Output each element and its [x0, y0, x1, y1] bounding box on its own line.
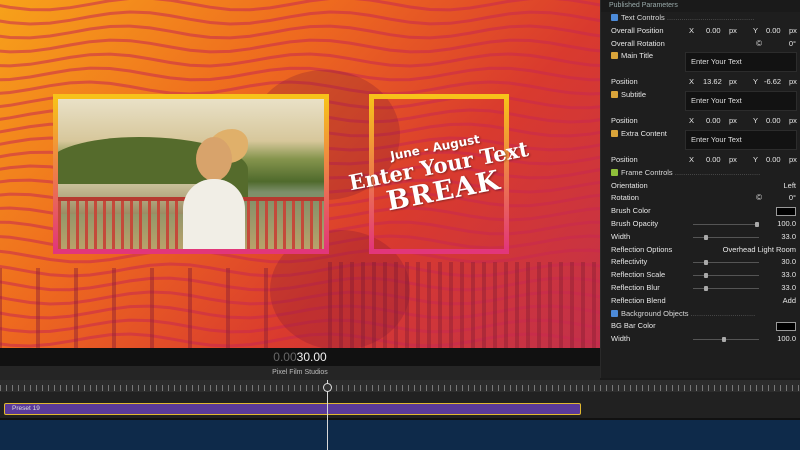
- runner-photo: [58, 99, 324, 249]
- timeline-ruler[interactable]: [0, 380, 800, 392]
- param-reflection-options: Reflection Options Overhead Light Room: [601, 244, 800, 257]
- edit-icon: [611, 129, 618, 137]
- bg-width-field[interactable]: 100.0: [777, 333, 796, 346]
- timecode-value: 30.00: [296, 350, 327, 364]
- reflection-blend-popup[interactable]: Add: [783, 295, 796, 308]
- rotation-dial-icon[interactable]: ©: [756, 192, 762, 205]
- reflectivity-field[interactable]: 30.0: [781, 256, 796, 269]
- timecode-display[interactable]: 0.0030.00: [0, 348, 600, 366]
- param-brush-opacity: Brush Opacity 100.0: [601, 218, 800, 231]
- param-bg-bar-color: BG Bar Color: [601, 320, 800, 333]
- section-text-controls[interactable]: Text Controls ..........................…: [601, 12, 800, 25]
- wave-line: [0, 52, 600, 68]
- param-orientation: Orientation Left: [601, 180, 800, 193]
- subtitle-position-y-field[interactable]: 0.00: [766, 115, 781, 128]
- project-name: Pixel Film Studios: [0, 366, 600, 380]
- param-subtitle: Subtitle Enter Your Text: [601, 89, 800, 115]
- reflection-scale-field[interactable]: 33.0: [781, 269, 796, 282]
- param-main-position: Position X 13.62 px Y -6.62 px: [601, 76, 800, 89]
- param-overall-rotation: Overall Rotation © 0°: [601, 38, 800, 51]
- checkbox-icon[interactable]: [611, 14, 618, 21]
- extra-position-y-field[interactable]: 0.00: [766, 154, 781, 167]
- extra-content-input[interactable]: Enter Your Text: [685, 129, 797, 150]
- param-reflection-blur: Reflection Blur 33.0: [601, 282, 800, 295]
- timecode-leading: 0.00: [273, 350, 297, 364]
- slider-knob[interactable]: [703, 285, 708, 291]
- param-brush-color: Brush Color: [601, 205, 800, 218]
- overall-position-y-field[interactable]: 0.00: [766, 25, 781, 38]
- param-reflectivity: Reflectivity 30.0: [601, 256, 800, 269]
- slider-knob[interactable]: [755, 221, 759, 227]
- reflection-blur-field[interactable]: 33.0: [781, 282, 796, 295]
- brush-color-well[interactable]: [776, 207, 796, 217]
- wave-line: [0, 0, 600, 12]
- brush-opacity-field[interactable]: 100.0: [777, 218, 796, 231]
- photo-runner-body: [183, 179, 245, 249]
- reflection-blur-slider[interactable]: [693, 285, 759, 291]
- wave-line: [0, 24, 600, 40]
- overall-position-x-field[interactable]: 0.00: [706, 25, 721, 38]
- param-reflection-scale: Reflection Scale 33.0: [601, 269, 800, 282]
- timeline-clip[interactable]: Preset 19: [4, 403, 581, 415]
- param-extra-content: Extra Content Enter Your Text: [601, 128, 800, 154]
- slider-knob[interactable]: [703, 234, 708, 240]
- param-reflection-blend: Reflection Blend Add: [601, 295, 800, 308]
- inspector-panel: Published Parameters Text Controls .....…: [600, 0, 800, 378]
- rotation-field[interactable]: 0°: [789, 192, 796, 205]
- bg-width-slider[interactable]: [693, 337, 759, 343]
- slider-knob[interactable]: [703, 273, 708, 279]
- reflectivity-slider[interactable]: [693, 260, 759, 266]
- checkbox-icon[interactable]: [611, 309, 618, 317]
- param-extra-position: Position X 0.00 px Y 0.00 px: [601, 154, 800, 167]
- extra-position-x-field[interactable]: 0.00: [706, 154, 721, 167]
- section-background-objects[interactable]: Background Objects .....................…: [601, 308, 800, 321]
- inspector-header: Published Parameters: [601, 0, 800, 12]
- ruler-ticks: [0, 385, 800, 391]
- param-main-title: Main Title Enter Your Text: [601, 50, 800, 76]
- slider-knob[interactable]: [703, 260, 708, 266]
- main-title-input[interactable]: Enter Your Text: [685, 52, 797, 73]
- param-rotation: Rotation © 0°: [601, 192, 800, 205]
- overall-rotation-field[interactable]: 0°: [789, 38, 796, 51]
- edit-icon: [611, 52, 618, 60]
- orientation-popup[interactable]: Left: [783, 180, 796, 193]
- main-position-y-field[interactable]: -6.62: [764, 76, 781, 89]
- wave-line: [0, 10, 600, 26]
- param-bg-width: Width 100.0: [601, 333, 800, 346]
- reflection-scale-slider[interactable]: [693, 273, 759, 279]
- brush-opacity-slider[interactable]: [693, 221, 759, 227]
- canvas-viewer[interactable]: June - August Enter Your Text BREAK: [0, 0, 600, 348]
- param-width: Width 33.0: [601, 231, 800, 244]
- param-overall-position: Overall Position X 0.00 px Y 0.00 px: [601, 25, 800, 38]
- subtitle-input[interactable]: Enter Your Text: [685, 91, 797, 112]
- subtitle-position-x-field[interactable]: 0.00: [706, 115, 721, 128]
- checkbox-icon[interactable]: [611, 168, 618, 176]
- reflection-options-popup[interactable]: Overhead Light Room: [723, 244, 796, 257]
- photo-runner-head: [196, 137, 232, 181]
- width-field[interactable]: 33.0: [781, 231, 796, 244]
- wave-line: [0, 38, 600, 54]
- slider-knob[interactable]: [722, 337, 727, 343]
- param-subtitle-position: Position X 0.00 px Y 0.00 px: [601, 115, 800, 128]
- bg-bar-color-well[interactable]: [776, 322, 796, 332]
- main-position-x-field[interactable]: 13.62: [703, 76, 722, 89]
- timeline-lower-track[interactable]: [0, 418, 800, 450]
- width-slider[interactable]: [693, 234, 759, 240]
- rotation-dial-icon[interactable]: ©: [756, 38, 762, 51]
- section-frame-controls[interactable]: Frame Controls .........................…: [601, 167, 800, 180]
- playhead-handle[interactable]: [323, 383, 332, 392]
- photo-frame[interactable]: [53, 94, 329, 254]
- edit-icon: [611, 91, 618, 99]
